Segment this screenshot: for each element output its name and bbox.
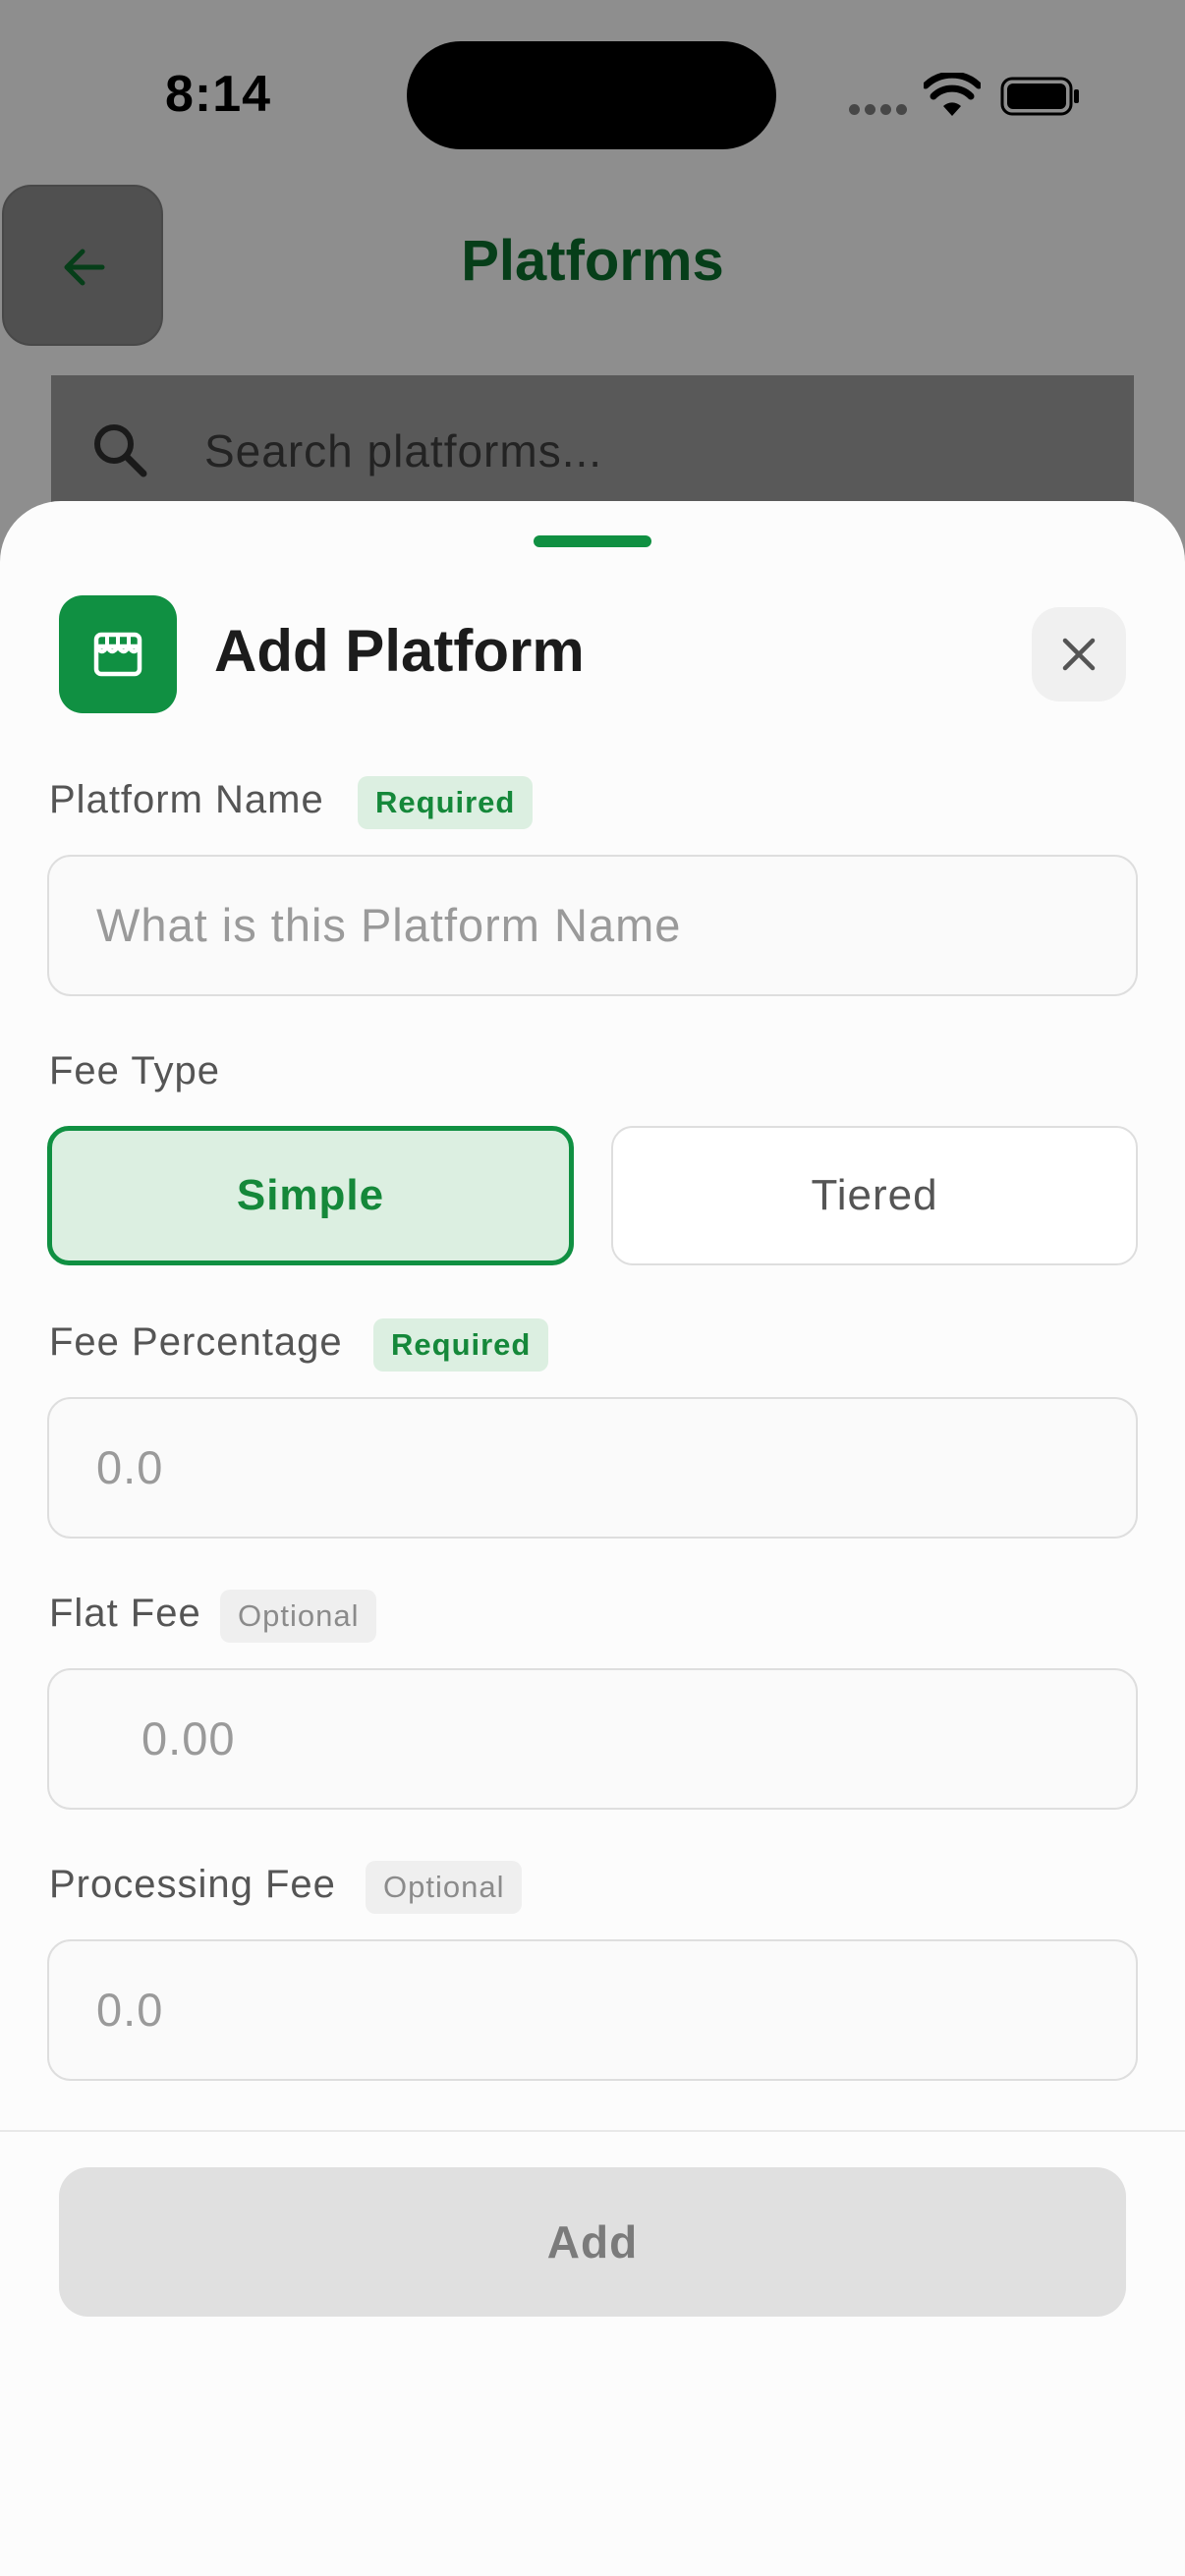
sheet-title: Add Platform (214, 618, 585, 684)
optional-badge: Optional (220, 1590, 377, 1643)
close-button[interactable] (1032, 607, 1126, 701)
required-badge: Required (358, 776, 534, 829)
add-button[interactable]: Add (59, 2167, 1126, 2317)
close-icon (1062, 638, 1096, 671)
required-badge: Required (373, 1318, 549, 1372)
optional-badge: Optional (366, 1861, 523, 1914)
platform-name-placeholder: What is this Platform Name (96, 899, 682, 951)
platform-name-label: Platform Name (49, 778, 324, 821)
fee-type-simple-button[interactable]: Simple (47, 1126, 574, 1265)
processing-fee-placeholder: 0.0 (96, 1984, 164, 2036)
fee-percentage-input[interactable]: 0.0 (47, 1397, 1138, 1539)
processing-fee-label: Processing Fee (49, 1863, 336, 1906)
platform-name-input[interactable]: What is this Platform Name (47, 855, 1138, 996)
sheet-grab-handle[interactable] (534, 535, 651, 547)
footer-divider (0, 2130, 1185, 2132)
flat-fee-input[interactable]: 0.00 (47, 1668, 1138, 1810)
flat-fee-label: Flat Fee (49, 1592, 201, 1635)
fee-type-label: Fee Type (49, 1049, 221, 1092)
fee-percentage-placeholder: 0.0 (96, 1441, 164, 1493)
processing-fee-input[interactable]: 0.0 (47, 1939, 1138, 2081)
store-icon (59, 595, 177, 713)
flat-fee-placeholder: 0.00 (141, 1712, 236, 1764)
fee-type-tiered-button[interactable]: Tiered (611, 1126, 1138, 1265)
fee-percentage-label: Fee Percentage (49, 1320, 343, 1364)
